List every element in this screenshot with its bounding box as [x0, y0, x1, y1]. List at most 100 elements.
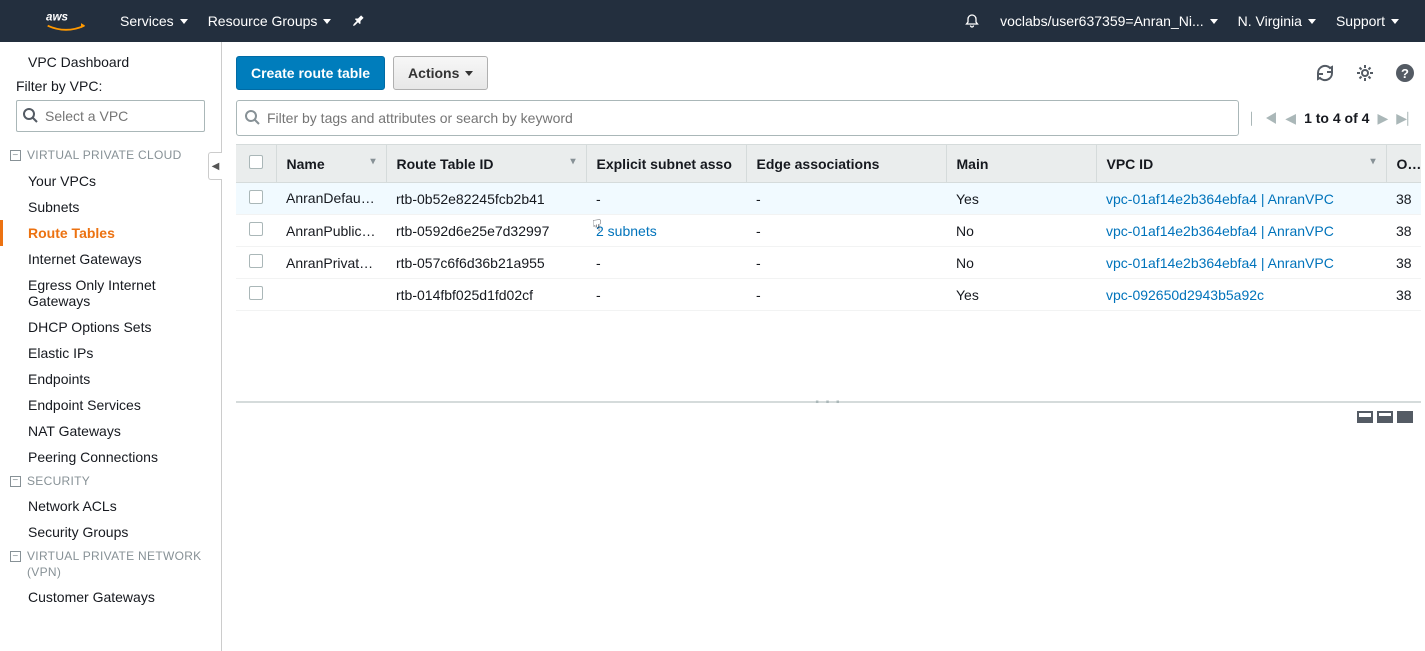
search-icon	[22, 107, 38, 123]
vpc-link[interactable]: vpc-01af14e2b364ebfa4 | AnranVPC	[1106, 223, 1334, 239]
select-all-checkbox[interactable]	[249, 155, 263, 169]
pin-icon	[349, 11, 369, 31]
table-filter-input[interactable]	[236, 100, 1239, 136]
cell-vpc: vpc-01af14e2b364ebfa4 | AnranVPC	[1096, 183, 1386, 215]
section-security[interactable]: −SECURITY	[0, 470, 221, 494]
chevron-down-icon	[180, 19, 188, 24]
section-vpc[interactable]: −VIRTUAL PRIVATE CLOUD	[0, 144, 221, 168]
cell-main: No	[946, 215, 1096, 247]
sidebar-item-endpoint-services[interactable]: Endpoint Services	[0, 392, 221, 418]
sidebar-collapse-toggle[interactable]: ◀	[208, 152, 222, 180]
services-menu[interactable]: Services	[110, 0, 198, 42]
sidebar-item-nat-gateways[interactable]: NAT Gateways	[0, 418, 221, 444]
support-menu[interactable]: Support	[1326, 0, 1409, 42]
page-last-button[interactable]: ▶⎸	[1396, 110, 1421, 127]
services-label: Services	[120, 13, 174, 29]
pin-shortcut[interactable]	[341, 0, 375, 42]
layout-middle-button[interactable]	[1377, 411, 1393, 423]
cell-vpc: vpc-01af14e2b364ebfa4 | AnranVPC	[1096, 215, 1386, 247]
section-vpn[interactable]: −VIRTUAL PRIVATE NETWORK (VPN)	[0, 545, 221, 584]
cell-edge: -	[746, 215, 946, 247]
sidebar-item-peering[interactable]: Peering Connections	[0, 444, 221, 470]
cell-route-table-id: rtb-014fbf025d1fd02cf	[386, 279, 586, 311]
sidebar-item-your-vpcs[interactable]: Your VPCs	[0, 168, 221, 194]
row-checkbox[interactable]	[249, 190, 263, 204]
create-route-table-button[interactable]: Create route table	[236, 56, 385, 90]
row-checkbox[interactable]	[249, 286, 263, 300]
sidebar-item-customer-gateways[interactable]: Customer Gateways	[0, 584, 221, 610]
gear-icon[interactable]	[1355, 63, 1375, 83]
sidebar-item-subnets[interactable]: Subnets	[0, 194, 221, 220]
col-header-subnet-assoc[interactable]: Explicit subnet asso	[586, 145, 746, 183]
subnet-link[interactable]: 2 subnets	[596, 223, 657, 239]
chevron-down-icon	[1210, 19, 1218, 24]
col-label: Main	[957, 156, 989, 172]
sidebar-item-elastic-ips[interactable]: Elastic IPs	[0, 340, 221, 366]
page-first-button[interactable]: ⎸◀	[1251, 110, 1278, 127]
chevron-down-icon	[465, 71, 473, 76]
col-header-edge-assoc[interactable]: Edge associations	[746, 145, 946, 183]
sidebar-item-dhcp[interactable]: DHCP Options Sets	[0, 314, 221, 340]
sidebar: VPC Dashboard Filter by VPC: −VIRTUAL PR…	[0, 42, 222, 651]
row-checkbox[interactable]	[249, 254, 263, 268]
content: Create route table Actions ? ⎸◀ ◀ 1 to 4…	[222, 42, 1425, 651]
refresh-icon[interactable]	[1315, 63, 1335, 83]
layout-bottom-button[interactable]	[1357, 411, 1373, 423]
col-header-main[interactable]: Main	[946, 145, 1096, 183]
filter-by-vpc-label: Filter by VPC:	[0, 78, 221, 100]
table-row[interactable]: AnranDefau… rtb-0b52e82245fcb2b41--Yesvp…	[236, 183, 1421, 215]
sort-icon: ▾	[370, 156, 375, 167]
split-drag-handle[interactable]: ▪ ▪ ▪	[815, 397, 841, 408]
table-row[interactable]: rtb-014fbf025d1fd02cf--Yesvpc-092650d294…	[236, 279, 1421, 311]
region-label: N. Virginia	[1238, 13, 1302, 29]
cell-name: AnranPrivat…	[276, 247, 386, 279]
vpc-link[interactable]: vpc-01af14e2b364ebfa4 | AnranVPC	[1106, 191, 1334, 207]
row-checkbox[interactable]	[249, 222, 263, 236]
sidebar-item-egress-only-igw[interactable]: Egress Only Internet Gateways	[0, 272, 221, 314]
layout-full-button[interactable]	[1397, 411, 1413, 423]
page-prev-button[interactable]: ◀	[1285, 110, 1296, 127]
col-header-name[interactable]: Name▾	[276, 145, 386, 183]
col-header-route-table-id[interactable]: Route Table ID▾	[386, 145, 586, 183]
user-menu[interactable]: voclabs/user637359=Anran_Ni...	[990, 0, 1228, 42]
cell-main: Yes	[946, 183, 1096, 215]
section-label: SECURITY	[27, 474, 90, 490]
vpc-link[interactable]: vpc-01af14e2b364ebfa4 | AnranVPC	[1106, 255, 1334, 271]
bell-icon	[964, 13, 980, 29]
sidebar-item-internet-gateways[interactable]: Internet Gateways	[0, 246, 221, 272]
table-row[interactable]: AnranPublic… rtb-0592d6e25e7d329972 subn…	[236, 215, 1421, 247]
edit-icon[interactable]	[379, 193, 386, 207]
notifications[interactable]	[954, 0, 990, 42]
page-next-button[interactable]: ▶	[1377, 110, 1388, 127]
user-label: voclabs/user637359=Anran_Ni...	[1000, 13, 1204, 29]
vpc-filter-input[interactable]	[16, 100, 205, 132]
col-header-vpc-id[interactable]: VPC ID▾	[1096, 145, 1386, 183]
cell-owner: 38	[1386, 183, 1421, 215]
sidebar-item-route-tables[interactable]: Route Tables	[0, 220, 221, 246]
search-icon	[244, 109, 260, 125]
cell-owner: 38	[1386, 215, 1421, 247]
actions-button[interactable]: Actions	[393, 56, 488, 90]
sidebar-item-network-acls[interactable]: Network ACLs	[0, 493, 221, 519]
cell-edge: -	[746, 279, 946, 311]
cell-main: Yes	[946, 279, 1096, 311]
sidebar-item-security-groups[interactable]: Security Groups	[0, 519, 221, 545]
cell-main: No	[946, 247, 1096, 279]
cell-route-table-id: rtb-0b52e82245fcb2b41	[386, 183, 586, 215]
col-header-checkbox[interactable]	[236, 145, 276, 183]
region-menu[interactable]: N. Virginia	[1228, 0, 1326, 42]
cell-subnet: -	[586, 183, 746, 215]
top-nav: aws Services Resource Groups voclabs/use…	[0, 0, 1425, 42]
vpc-link[interactable]: vpc-092650d2943b5a92c	[1106, 287, 1264, 303]
col-label: Ow	[1397, 156, 1422, 172]
table-row[interactable]: AnranPrivat… rtb-057c6f6d36b21a955--Novp…	[236, 247, 1421, 279]
aws-logo: aws	[46, 9, 86, 32]
help-icon[interactable]: ?	[1395, 63, 1415, 83]
col-header-owner[interactable]: Ow	[1386, 145, 1421, 183]
cell-vpc: vpc-092650d2943b5a92c	[1096, 279, 1386, 311]
col-label: VPC ID	[1107, 156, 1154, 172]
sidebar-dashboard[interactable]: VPC Dashboard	[0, 54, 221, 70]
resource-groups-menu[interactable]: Resource Groups	[198, 0, 342, 42]
sidebar-item-endpoints[interactable]: Endpoints	[0, 366, 221, 392]
actions-label: Actions	[408, 65, 459, 81]
